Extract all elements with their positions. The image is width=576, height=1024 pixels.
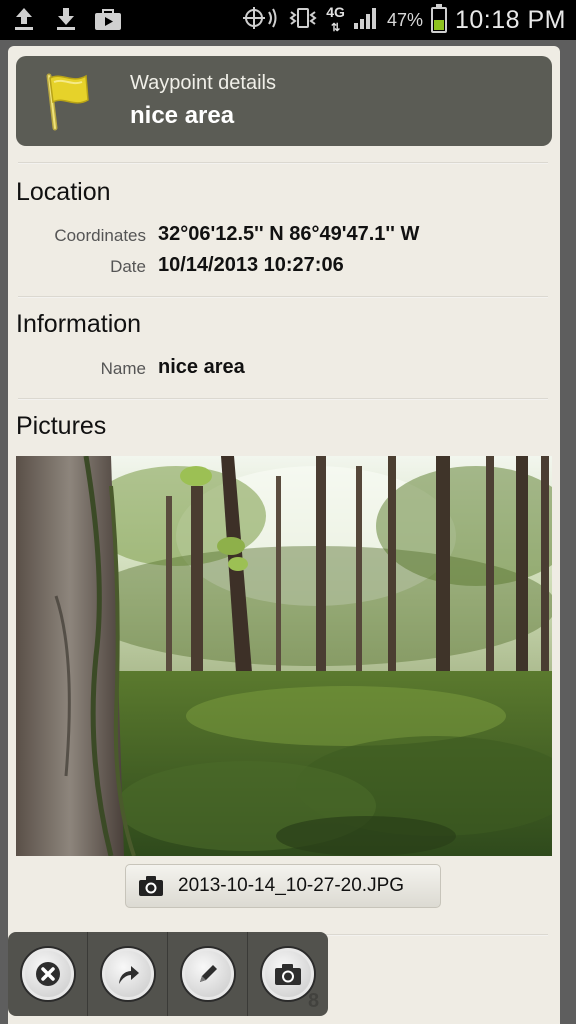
notification-icons — [10, 5, 122, 33]
battery-percent: 47% — [386, 9, 423, 30]
divider — [18, 162, 548, 164]
clock: 10:18 PM — [454, 5, 566, 34]
close-button[interactable] — [8, 932, 88, 1016]
status-bar: 4G ⇅ 47% 10:18 PM — [0, 0, 576, 40]
share-icon — [101, 948, 154, 1000]
coordinates-value: 32°06'12.5'' N 86°49'47.1'' W — [158, 223, 420, 245]
camera-icon — [262, 948, 314, 1000]
action-bar — [8, 932, 328, 1016]
gps-icon — [240, 5, 280, 36]
take-photo-button[interactable] — [248, 932, 328, 1016]
waypoint-photo[interactable] — [16, 456, 552, 856]
waypoint-header: Waypoint details nice area — [16, 56, 552, 146]
waypoint-details-card: Waypoint details nice area Location Coor… — [8, 46, 560, 1024]
network-label: 4G — [326, 4, 345, 20]
close-icon — [21, 948, 74, 1000]
camera-icon — [138, 875, 164, 897]
information-section-title: Information — [16, 310, 142, 338]
battery-icon — [430, 4, 447, 33]
data-arrows-icon: ⇅ — [331, 22, 341, 34]
date-value: 10/14/2013 10:27:06 — [158, 254, 344, 276]
system-indicators: 4G ⇅ 47% 10:18 PM — [240, 4, 566, 36]
picture-file-button[interactable]: 2013-10-14_10-27-20.JPG — [125, 864, 441, 908]
name-label: Name — [100, 359, 146, 378]
shopping-bag-icon — [94, 5, 122, 33]
flag-icon — [40, 70, 96, 132]
pictures-section-title: Pictures — [16, 412, 107, 440]
header-label: Waypoint details — [130, 72, 276, 94]
coordinates-label: Coordinates — [54, 226, 146, 245]
divider — [18, 398, 548, 400]
vibrate-icon — [288, 6, 318, 35]
signal-icon — [353, 6, 379, 35]
waypoint-name-title: nice area — [130, 102, 235, 129]
share-button[interactable] — [88, 932, 168, 1016]
network-4g-icon: 4G ⇅ — [326, 5, 345, 35]
location-section-title: Location — [16, 178, 111, 206]
battery-fill — [433, 19, 444, 30]
divider — [18, 296, 548, 298]
picture-file-name: 2013-10-14_10-27-20.JPG — [178, 875, 405, 896]
name-value: nice area — [158, 356, 245, 378]
date-label: Date — [110, 257, 146, 276]
edit-button[interactable] — [168, 932, 248, 1016]
edit-icon — [181, 948, 234, 1000]
upload-icon — [10, 5, 38, 33]
download-icon — [52, 5, 80, 33]
